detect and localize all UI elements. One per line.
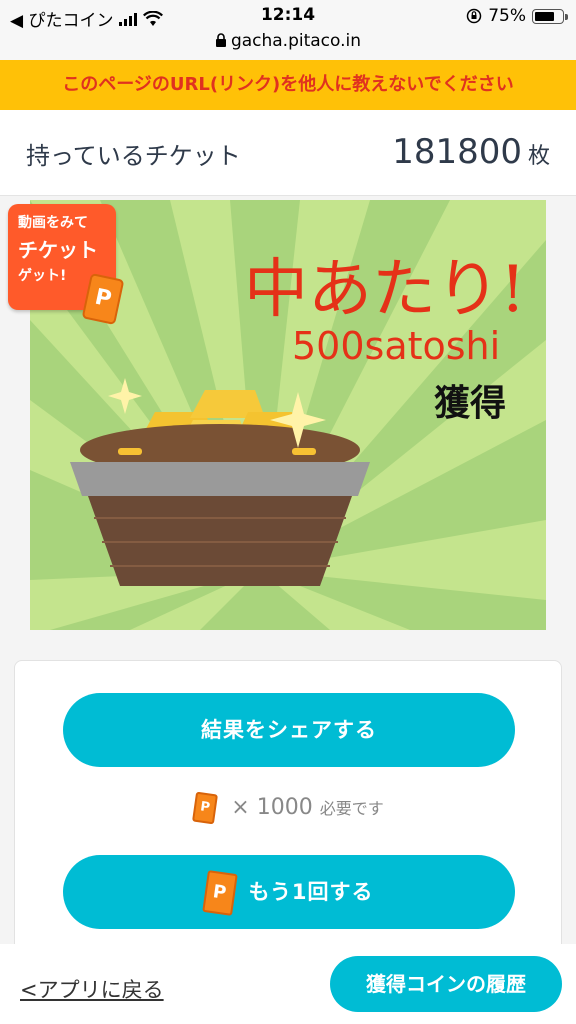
ticket-count-number: 181800 — [392, 132, 522, 172]
battery-percent: 75% — [488, 6, 526, 26]
status-bar: ◀ ぴたコイン 12:14 75% — [0, 0, 576, 31]
video-badge-line2: チケット — [18, 238, 98, 262]
bottom-bar: <アプリに戻る 獲得コインの履歴 — [0, 944, 576, 1024]
coin-history-button[interactable]: 獲得コインの履歴 — [330, 956, 562, 1012]
back-to-app-link[interactable]: <アプリに戻る — [20, 974, 164, 1004]
cost-suffix: 必要です — [319, 799, 384, 818]
share-result-button[interactable]: 結果をシェアする — [63, 693, 515, 767]
cost-line: P × 1000 必要です — [15, 791, 563, 825]
result-title: 中あたり! — [244, 253, 526, 327]
play-again-label: もう1回する — [248, 880, 374, 904]
video-badge-line1: 動画をみて — [18, 215, 88, 231]
status-right: 75% — [466, 6, 568, 26]
url-bar[interactable]: gacha.pitaco.in — [0, 30, 576, 60]
orientation-lock-icon — [466, 8, 482, 24]
ticket-balance-row: 持っているチケット 181800 枚 — [0, 110, 576, 196]
ticket-icon: P — [192, 791, 219, 825]
battery-fill — [535, 11, 554, 21]
ticket-count-unit: 枚 — [527, 144, 550, 169]
ticket-icon: P — [201, 870, 238, 916]
cost-multiplier: × — [231, 795, 250, 820]
ticket-balance-value: 181800 枚 — [392, 132, 550, 172]
cost-amount: 1000 — [256, 795, 313, 820]
action-card: 結果をシェアする P × 1000 必要です P もう1回する — [14, 660, 562, 960]
warning-banner: このページのURL(リンク)を他人に教えないでください — [0, 60, 576, 110]
ticket-balance-label: 持っているチケット — [26, 142, 241, 170]
battery-icon — [532, 8, 568, 24]
watch-video-ticket-badge[interactable]: 動画をみて チケット ゲット! P — [8, 204, 125, 326]
lock-icon — [215, 33, 226, 47]
url-text: gacha.pitaco.in — [230, 31, 362, 51]
result-amount: 500satoshi — [292, 324, 501, 368]
play-again-button[interactable]: P もう1回する — [63, 855, 515, 929]
result-obtained: 獲得 — [434, 383, 507, 424]
